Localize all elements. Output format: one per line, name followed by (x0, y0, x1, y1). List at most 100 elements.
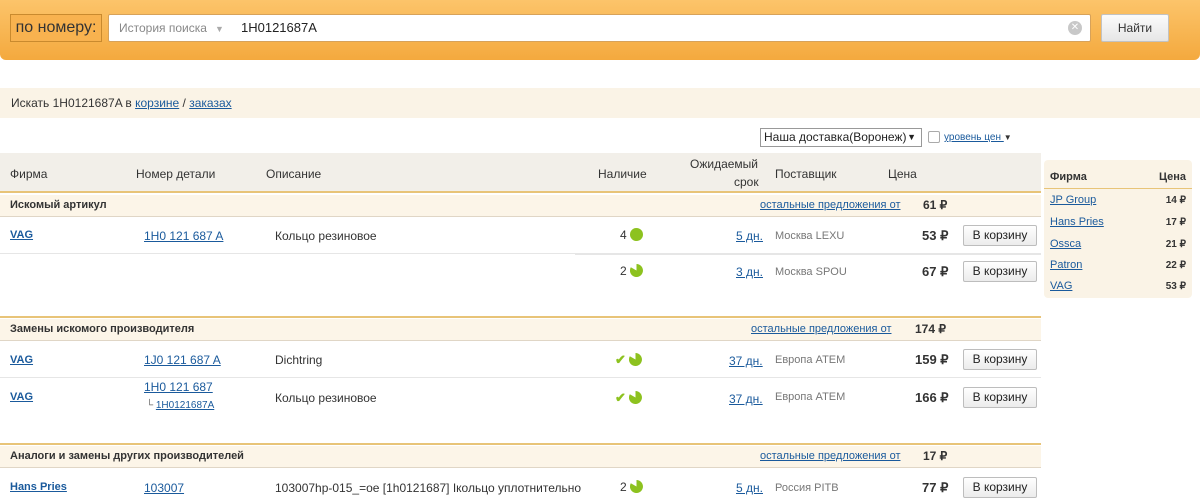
search-info-text: Искать 1H0121687A в (11, 96, 132, 110)
section-divider (0, 443, 1041, 445)
add-to-cart-button[interactable]: В корзину (963, 225, 1037, 246)
other-offers-link[interactable]: остальные предложения от (760, 450, 900, 462)
other-offers-price: 174 ₽ (915, 322, 946, 336)
other-offers-link[interactable]: остальные предложения от (760, 199, 900, 211)
sidebar-firm-link[interactable]: Patron (1050, 259, 1082, 271)
header-avail: Наличие (598, 167, 647, 181)
pie-icon (628, 391, 642, 404)
supplier: Европа ATEM (775, 354, 846, 366)
delivery-days-link[interactable]: 37 дн. (729, 392, 763, 406)
delivery-days-link[interactable]: 3 дн. (736, 265, 763, 279)
header-firm: Фирма (10, 167, 48, 181)
part-link[interactable]: 103007 (144, 481, 184, 495)
part-link[interactable]: 1H0 121 687 (144, 380, 213, 394)
table-row: VAG 1J0 121 687 A Dichtring ✔ 37 дн. Евр… (0, 342, 1041, 378)
search-query[interactable]: 1H0121687A (241, 15, 317, 41)
quantity: 4 (620, 228, 627, 242)
section-title: Аналоги и замены других производителей (10, 450, 244, 462)
sidebar-firm-link[interactable]: JP Group (1050, 194, 1096, 206)
other-offers-link[interactable]: остальные предложения от (751, 323, 891, 335)
header-eta-line1: Ожидаемый (690, 157, 758, 171)
supplier: Россия PITB (775, 482, 839, 494)
section-header: Искомый артикул остальные предложения от… (0, 195, 1041, 217)
pie-icon (629, 264, 643, 277)
add-to-cart-button[interactable]: В корзину (963, 387, 1037, 408)
sidebar-price: 21 ₽ (1165, 239, 1186, 250)
delivery-days-link[interactable]: 5 дн. (736, 229, 763, 243)
table-row: Hans Pries 103007 103007hp-015_=oe [1h01… (0, 469, 1041, 499)
find-button[interactable]: Найти (1101, 14, 1169, 42)
part-description: 103007hp-015_=oe [1h0121687] Ікольцо упл… (275, 481, 582, 495)
chevron-down-icon: ▼ (907, 132, 916, 142)
sidebar-price: 22 ₽ (1165, 260, 1186, 271)
sidebar-firm-link[interactable]: Ossca (1050, 238, 1081, 250)
price-level-checkbox[interactable] (928, 131, 940, 143)
clear-icon[interactable]: ✕ (1068, 21, 1082, 35)
table-row: 2 3 дн. Москва SPOU 67 ₽ В корзину (0, 254, 1041, 288)
availability: 2 (620, 480, 643, 494)
availability: ✔ (615, 390, 642, 406)
add-to-cart-button[interactable]: В корзину (963, 261, 1037, 282)
price-sidebar: Фирма Цена JP Group 14 ₽ Hans Pries 17 ₽… (1044, 160, 1192, 298)
part-description: Кольцо резиновое (275, 229, 377, 243)
sidebar-firm-link[interactable]: VAG (1050, 280, 1072, 292)
availability: 4 (620, 228, 643, 242)
firm-link[interactable]: VAG (10, 229, 33, 241)
header-desc: Описание (266, 167, 322, 181)
sidebar-header-price: Цена (1158, 171, 1186, 183)
firm-link[interactable]: VAG (10, 391, 33, 403)
sub-part-link[interactable]: 1H0121687A (156, 400, 214, 411)
search-history-label: История поиска (119, 21, 207, 35)
delivery-days-link[interactable]: 37 дн. (729, 354, 763, 368)
sidebar-price: 53 ₽ (1165, 281, 1186, 292)
chevron-down-icon: ▼ (214, 24, 224, 34)
table-row: VAG 1H0 121 687 └ 1H0121687A Кольцо рези… (0, 378, 1041, 418)
firm-link[interactable]: Hans Pries (10, 481, 67, 493)
part-link[interactable]: 1H0 121 687 A (144, 229, 223, 243)
quantity: 2 (620, 264, 627, 278)
table-row: VAG 1H0 121 687 A Кольцо резиновое 4 5 д… (0, 218, 1041, 254)
delivery-select-value: Наша доставка(Воронеж) (764, 130, 907, 144)
part-link[interactable]: 1J0 121 687 A (144, 353, 221, 367)
availability: ✔ (615, 352, 642, 368)
sidebar-price: 17 ₽ (1165, 217, 1186, 228)
sidebar-price: 14 ₽ (1165, 195, 1186, 206)
part-description: Dichtring (275, 353, 323, 367)
sidebar-header-firm: Фирма (1050, 171, 1087, 183)
availability: 2 (620, 264, 643, 278)
pie-icon (628, 353, 642, 366)
header-part: Номер детали (136, 167, 216, 181)
header-price: Цена (888, 167, 917, 181)
search-bar: по номеру: История поиска ▼ 1H0121687A ✕ … (0, 0, 1200, 60)
pie-icon (629, 480, 643, 493)
firm-link[interactable]: VAG (10, 354, 33, 366)
info-separator: / (182, 96, 186, 110)
full-circle-icon (629, 228, 643, 241)
cart-link[interactable]: корзине (135, 96, 179, 110)
quantity: 2 (620, 480, 627, 494)
caret-down-icon: ▼ (1003, 133, 1012, 142)
check-icon: ✔ (615, 352, 626, 367)
other-offers-price: 17 ₽ (923, 449, 948, 463)
delivery-days-link[interactable]: 5 дн. (736, 481, 763, 495)
sub-arrow-icon: └ (146, 400, 154, 411)
part-description: Кольцо резиновое (275, 391, 377, 405)
row-divider (575, 254, 1041, 255)
search-input[interactable]: История поиска ▼ 1H0121687A ✕ (108, 14, 1091, 42)
sub-part: └ 1H0121687A (146, 400, 214, 411)
supplier: Европа ATEM (775, 391, 846, 403)
orders-link[interactable]: заказах (189, 96, 231, 110)
section-title: Искомый артикул (10, 199, 107, 211)
header-supplier: Поставщик (775, 167, 837, 181)
sidebar-divider (1044, 188, 1192, 189)
delivery-select[interactable]: Наша доставка(Воронеж) ▼ (760, 128, 922, 147)
price-level-toggle[interactable]: уровень цен ▼ (944, 132, 1012, 143)
supplier: Москва LEXU (775, 230, 845, 242)
other-offers-price: 61 ₽ (923, 198, 948, 212)
search-history-dropdown[interactable]: История поиска ▼ (119, 15, 224, 42)
price: 166 ₽ (915, 390, 949, 405)
add-to-cart-button[interactable]: В корзину (963, 349, 1037, 370)
sidebar-firm-link[interactable]: Hans Pries (1050, 216, 1104, 228)
price-level-label: уровень цен (944, 132, 1001, 143)
add-to-cart-button[interactable]: В корзину (963, 477, 1037, 498)
